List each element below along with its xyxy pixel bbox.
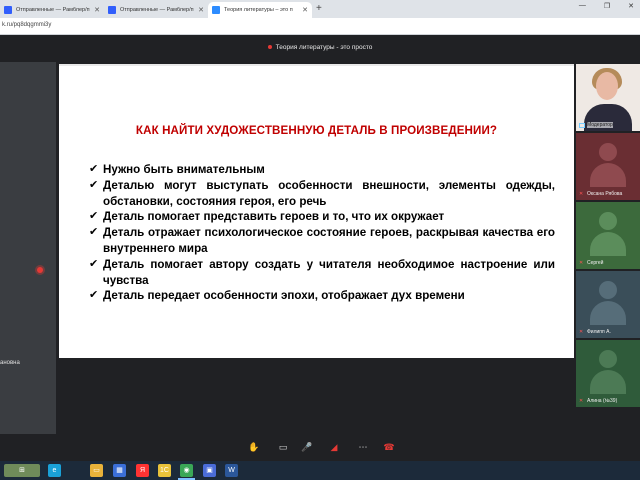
tab-close-icon[interactable]: ✕ — [94, 6, 100, 14]
participant-tile[interactable]: Модератор — [576, 64, 640, 131]
window-controls: — ❐ ✕ — [579, 2, 634, 10]
left-participant-name: ановна — [0, 360, 20, 366]
mic-muted-icon: 🎤 — [301, 442, 313, 452]
participant-tile[interactable]: ✕ Алина (№39) — [576, 340, 640, 407]
meeting-title: Теория литературы - это просто — [0, 44, 640, 51]
hand-icon: ✋ — [248, 442, 260, 452]
tab-favicon-icon — [108, 6, 116, 14]
new-tab-button[interactable]: + — [316, 2, 322, 18]
checkmark-icon: ✔ — [89, 226, 99, 239]
more-icon: ⋯ — [358, 442, 368, 452]
slide-bullet-text: Деталь помогает автору создать у читател… — [103, 257, 555, 287]
browser-tab[interactable]: Отправленные — Рамблер/п ✕ — [0, 2, 104, 18]
tab-label: Отправленные — Рамблер/п — [16, 7, 90, 13]
participant-tile[interactable]: ✕ Оксана Рябова — [576, 133, 640, 200]
phone-hangup-icon: ☎ — [383, 442, 395, 452]
explorer-icon[interactable]: ▭ — [90, 464, 103, 477]
participant-name: Алина (№39) — [587, 398, 618, 404]
slide-bullet: ✔ Деталь помогает автору создать у читате… — [89, 257, 555, 289]
checkmark-icon: ✔ — [89, 210, 99, 223]
checkmark-icon: ✔ — [89, 178, 99, 191]
tab-label: Теория литературы – это п — [224, 7, 293, 13]
slide-bullet-text: Деталь передает особенности эпохи, отобр… — [103, 289, 465, 303]
camera-off-icon: ◢ — [330, 442, 338, 452]
participant-name: Филипп А. — [587, 329, 611, 335]
presentation-slide: КАК НАЙТИ ХУДОЖЕСТВЕННУЮ ДЕТАЛЬ В ПРОИЗВ… — [59, 64, 574, 358]
avatar-placeholder-icon — [588, 281, 628, 325]
store-icon[interactable]: ▦ — [113, 464, 126, 477]
slide-bullet-text: Деталь отражает психологическое состояни… — [103, 226, 555, 255]
url-text[interactable]: k.ru/pq8dqgmmi3y — [2, 22, 51, 28]
mic-muted-icon: ✕ — [579, 260, 584, 266]
address-bar[interactable]: k.ru/pq8dqgmmi3y — [0, 18, 640, 35]
checkmark-icon: ✔ — [89, 257, 99, 270]
screen-share-icon: ▭ — [278, 442, 288, 452]
mic-muted-icon: ✕ — [579, 398, 584, 404]
maximize-button[interactable]: ❐ — [604, 2, 610, 10]
screen-share-button[interactable]: ▭ — [276, 440, 290, 454]
left-participant-panel[interactable]: ановна — [0, 62, 56, 434]
microphone-button[interactable]: 🎤 — [300, 440, 314, 454]
participant-name: Оксана Рябова — [587, 191, 623, 197]
slide-bullet: ✔ Деталь передает особенности эпохи, отоб… — [89, 288, 555, 304]
browser-tab[interactable]: Теория литературы – это п ✕ — [208, 2, 312, 18]
slide-bullet-text: Нужно быть внимательным — [103, 163, 265, 176]
webinar-icon[interactable]: ▣ — [203, 464, 216, 477]
chrome-icon[interactable]: ◉ — [180, 464, 193, 477]
more-button[interactable]: ⋯ — [356, 440, 370, 454]
record-indicator-icon — [37, 267, 43, 273]
avatar-placeholder-icon — [588, 143, 628, 187]
start-icon[interactable]: ⊞ — [4, 464, 40, 477]
leave-button[interactable]: ☎ — [382, 440, 396, 454]
avatar-placeholder-icon — [588, 212, 628, 256]
participant-tile[interactable]: ✕ Филипп А. — [576, 271, 640, 338]
checkmark-icon: ✔ — [89, 289, 99, 302]
screen-icon — [579, 123, 585, 128]
browser-tab-strip: Отправленные — Рамблер/п ✕ Отправленные — … — [0, 0, 640, 18]
tab-label: Отправленные — Рамблер/п — [120, 7, 194, 13]
tab-favicon-icon — [4, 6, 12, 14]
slide-bullet-list: ✔ Нужно быть внимательным ✔ Деталью могут в… — [89, 162, 555, 304]
mic-muted-icon: ✕ — [579, 329, 584, 335]
slide-title: КАК НАЙТИ ХУДОЖЕСТВЕННУЮ ДЕТАЛЬ В ПРОИЗВ… — [135, 124, 498, 137]
tab-close-icon[interactable]: ✕ — [302, 6, 308, 14]
minimize-button[interactable]: — — [579, 2, 586, 10]
participant-name: Модератор — [587, 122, 613, 128]
raise-hand-button[interactable]: ✋ — [247, 440, 261, 454]
slide-bullet-text: Деталью могут выступать особенности внеш… — [103, 178, 555, 208]
slide-bullet: ✔ Нужно быть внимательным — [89, 162, 555, 178]
checkmark-icon: ✔ — [89, 163, 99, 175]
avatar-placeholder-icon — [588, 350, 628, 394]
word-icon[interactable]: W — [225, 464, 238, 477]
recording-indicator-icon — [267, 45, 272, 50]
meeting-controls-bar: ✋ ▭ 🎤 ◢ ⋯ ☎ — [0, 434, 640, 461]
slide-bullet: ✔ Деталью могут выступать особенности вне… — [89, 178, 555, 210]
slide-bullet: ✔ Деталь помогает представить героев и то… — [89, 209, 555, 225]
tab-favicon-icon — [212, 6, 220, 14]
participant-tile[interactable]: ✕ Сергей — [576, 202, 640, 269]
windows-taskbar: ⊞ e ▭ ▦ Я 1С ◉ ▣ W — [0, 461, 640, 480]
slide-bullet: ✔ Деталь отражает психологическое состоян… — [89, 225, 555, 257]
participant-video — [596, 72, 618, 100]
slide-bullet-text: Деталь помогает представить героев и то,… — [103, 210, 445, 224]
meeting-area: Теория литературы - это просто ановна КА… — [0, 35, 640, 434]
onec-icon[interactable]: 1С — [158, 464, 171, 477]
tab-close-icon[interactable]: ✕ — [198, 6, 204, 14]
participant-name: Сергей — [587, 260, 604, 266]
mic-muted-icon: ✕ — [579, 191, 584, 197]
yandex-icon[interactable]: Я — [136, 464, 149, 477]
close-window-button[interactable]: ✕ — [628, 2, 634, 10]
camera-button[interactable]: ◢ — [327, 440, 341, 454]
browser-tab[interactable]: Отправленные — Рамблер/п ✕ — [104, 2, 208, 18]
edge-icon[interactable]: e — [48, 464, 61, 477]
